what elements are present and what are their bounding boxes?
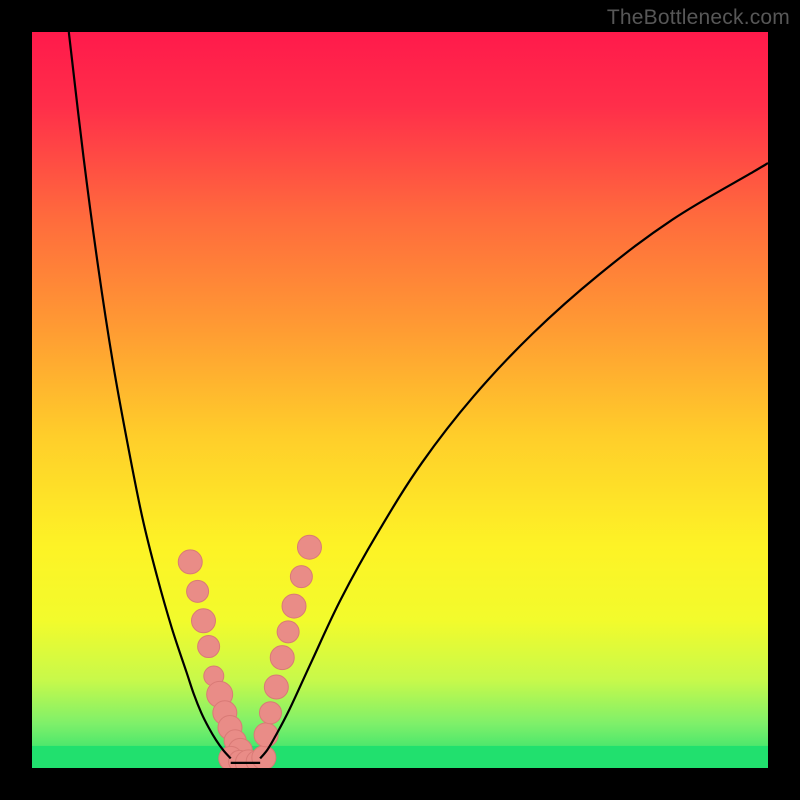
chart-marker: [187, 580, 209, 602]
chart-marker: [297, 535, 321, 559]
chart-marker: [254, 723, 278, 747]
chart-marker: [264, 675, 288, 699]
chart-marker: [191, 609, 215, 633]
chart-plot-area: [32, 32, 768, 768]
chart-marker: [259, 702, 281, 724]
chart-curves: [32, 32, 768, 768]
chart-frame: TheBottleneck.com: [0, 0, 800, 800]
chart-marker: [282, 594, 306, 618]
chart-marker: [252, 746, 276, 768]
chart-marker-layer: [178, 535, 321, 768]
chart-marker: [270, 646, 294, 670]
chart-marker: [290, 566, 312, 588]
watermark-text: TheBottleneck.com: [607, 6, 790, 30]
chart-right-curve: [260, 163, 768, 758]
chart-marker: [178, 550, 202, 574]
chart-marker: [198, 636, 220, 658]
chart-marker: [277, 621, 299, 643]
